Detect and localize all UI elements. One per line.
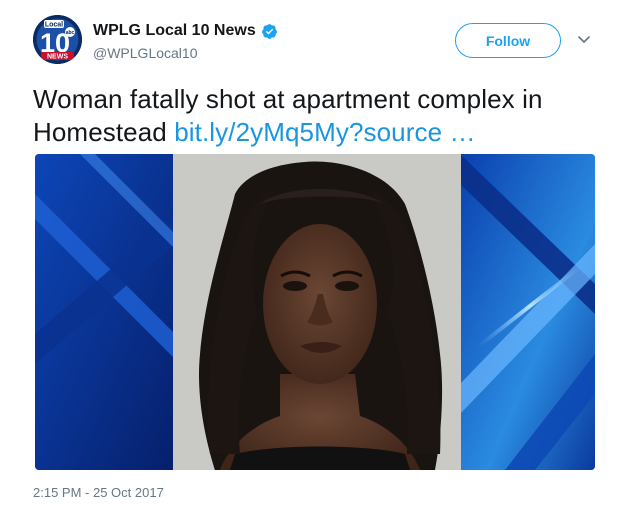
verified-badge-icon — [261, 23, 277, 39]
avatar-news-text: NEWS — [47, 54, 68, 61]
author-name[interactable]: WPLG Local 10 News — [93, 20, 256, 42]
tweet-media-photo[interactable] — [35, 154, 595, 470]
author-block[interactable]: WPLG Local 10 News @WPLGLocal10 — [93, 20, 278, 62]
local10-logo-icon: Local 10 abc NEWS — [33, 15, 82, 64]
author-avatar[interactable]: Local 10 abc NEWS — [33, 15, 82, 64]
tweet-card: Local 10 abc NEWS WPLG Local 10 News @WP… — [0, 0, 625, 510]
tweet-timestamp[interactable]: 2:15 PM - 25 Oct 2017 — [33, 485, 164, 501]
avatar-network-text: abc — [66, 30, 75, 36]
chevron-down-icon[interactable] — [577, 34, 591, 46]
author-name-row: WPLG Local 10 News — [93, 20, 278, 42]
mugshot-photo — [35, 154, 595, 470]
author-handle[interactable]: @WPLGLocal10 — [93, 44, 278, 62]
follow-button[interactable]: Follow — [455, 23, 561, 58]
tweet-link[interactable]: bit.ly/2yMq5My?source … — [174, 117, 475, 147]
tweet-text: Woman fatally shot at apartment complex … — [33, 83, 603, 149]
